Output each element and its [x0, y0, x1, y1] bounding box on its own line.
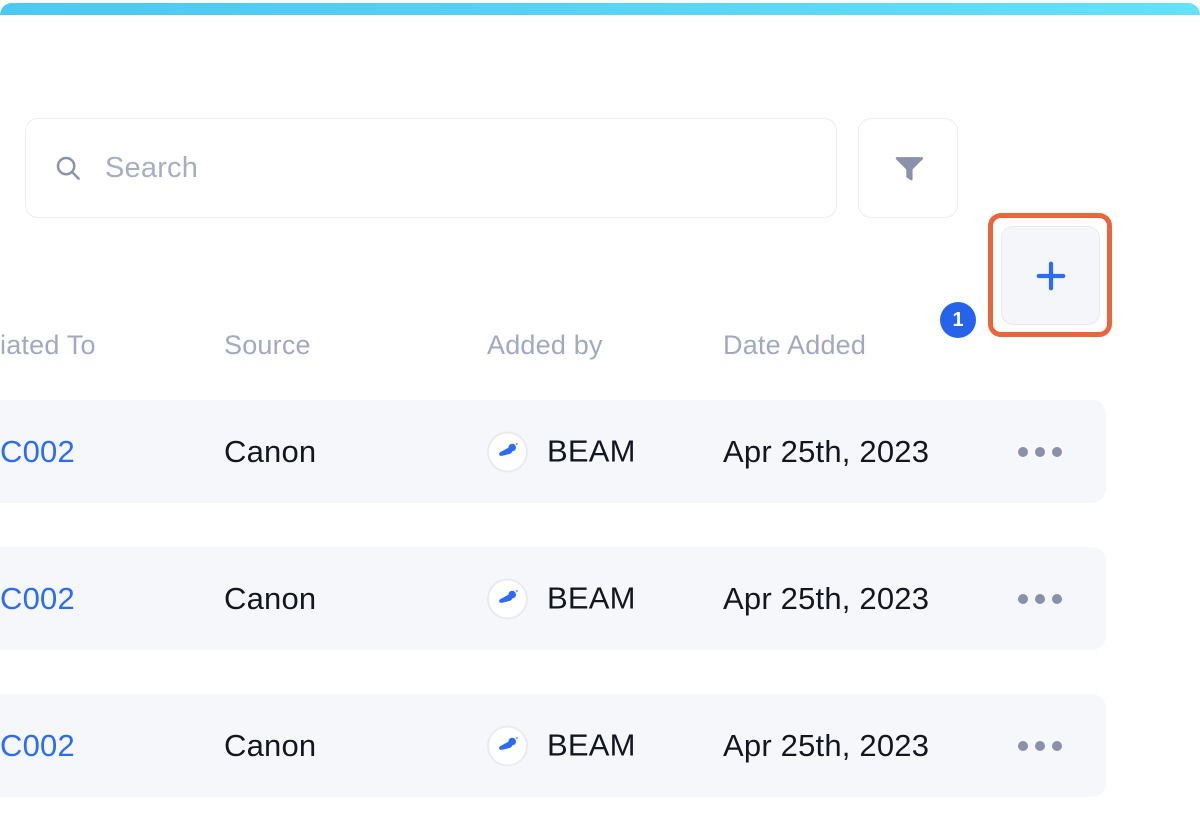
cell-source: Canon [224, 580, 317, 616]
column-header-associated-to: iated To [0, 330, 96, 360]
filter-icon [889, 149, 927, 187]
table-row[interactable]: C002 Canon BEAM Apr 25th, 2023 [0, 400, 1106, 503]
more-options-icon[interactable] [1018, 593, 1062, 604]
app-window: 1 iated To Source Added by Date Added C0… [0, 0, 1200, 839]
cell-added-by: BEAM [487, 725, 636, 766]
cell-source: Canon [224, 433, 317, 469]
beam-logo-icon [487, 578, 528, 619]
cell-associated-to[interactable]: C002 [0, 581, 75, 617]
column-header-source: Source [224, 330, 311, 360]
added-by-name: BEAM [547, 433, 636, 469]
column-header-added-by: Added by [487, 330, 603, 360]
added-by-name: BEAM [547, 727, 636, 763]
table-row[interactable]: C002 Canon BEAM Apr 25th, 2023 [0, 547, 1106, 650]
plus-icon [1030, 255, 1072, 297]
cell-associated-to[interactable]: C002 [0, 434, 75, 470]
cell-date-added: Apr 25th, 2023 [723, 433, 930, 469]
records-table: iated To Source Added by Date Added C002… [0, 330, 1200, 839]
beam-logo-icon [487, 431, 528, 472]
search-box[interactable] [25, 118, 837, 218]
search-icon [53, 153, 83, 183]
table-header-row: iated To Source Added by Date Added [0, 330, 1106, 400]
table-row[interactable]: C002 Canon BEAM Apr 25th, 2023 [0, 694, 1106, 797]
accent-bar [0, 3, 1200, 15]
table-body: C002 Canon BEAM Apr 25th, 2023 C002 Cano… [0, 400, 1200, 797]
add-button[interactable] [1001, 226, 1100, 325]
more-options-icon[interactable] [1018, 446, 1062, 457]
toolbar: 1 [0, 108, 1200, 338]
column-header-date-added: Date Added [723, 330, 867, 360]
more-options-icon[interactable] [1018, 740, 1062, 751]
cell-date-added: Apr 25th, 2023 [723, 580, 930, 616]
beam-logo-icon [487, 725, 528, 766]
search-input[interactable] [105, 151, 805, 185]
cell-added-by: BEAM [487, 578, 636, 619]
cell-date-added: Apr 25th, 2023 [723, 727, 930, 763]
filter-button[interactable] [858, 118, 958, 218]
cell-associated-to[interactable]: C002 [0, 728, 75, 764]
cell-source: Canon [224, 727, 317, 763]
cell-added-by: BEAM [487, 431, 636, 472]
added-by-name: BEAM [547, 580, 636, 616]
